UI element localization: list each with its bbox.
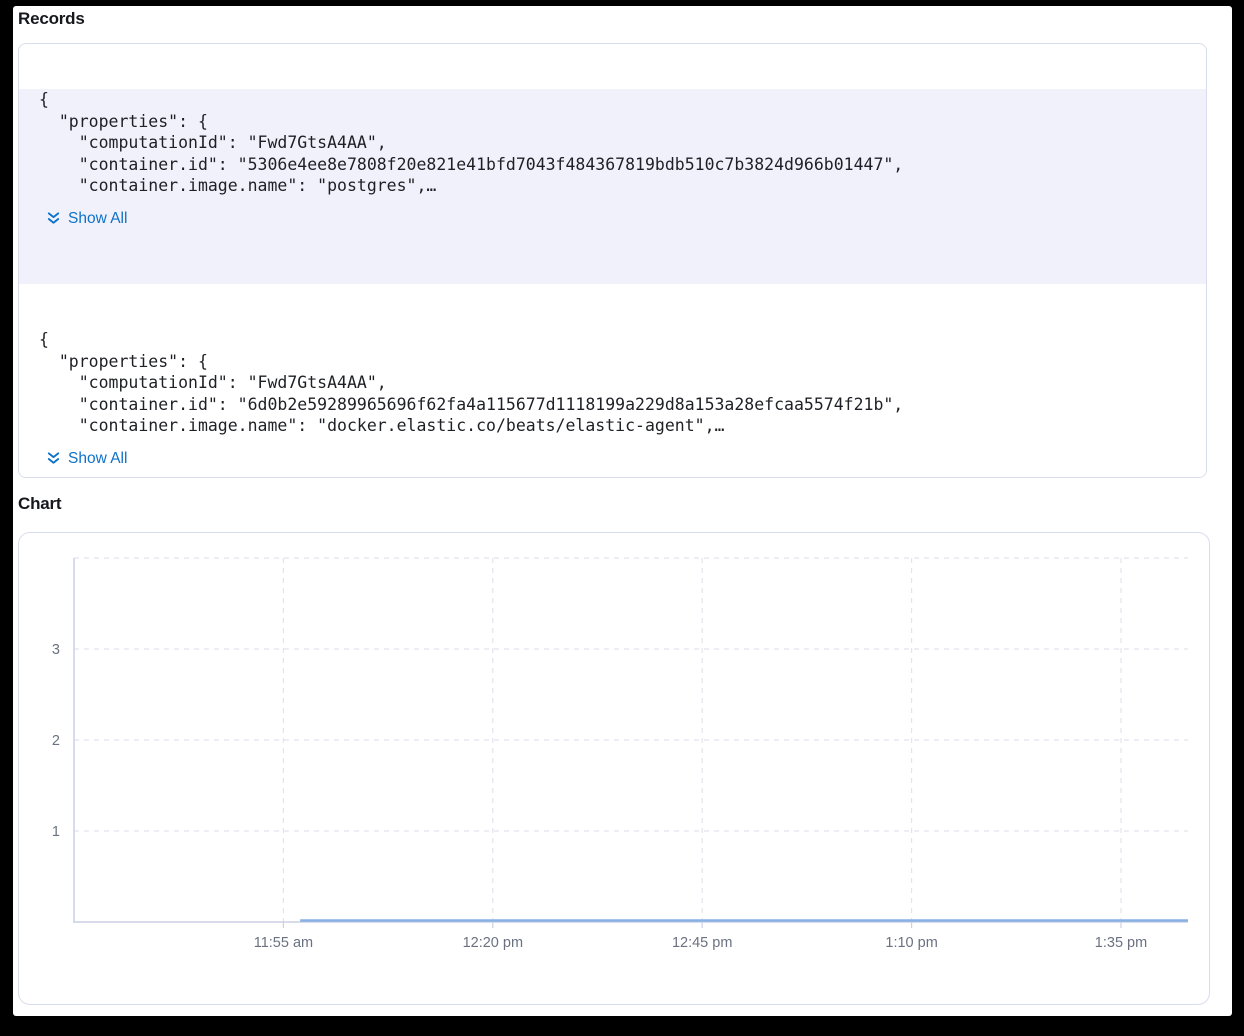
x-axis-tick-label: 12:20 pm bbox=[463, 935, 523, 951]
y-axis-tick-label: 1 bbox=[52, 824, 60, 840]
show-all-button[interactable]: Show All bbox=[46, 210, 127, 228]
records-section-title: Records bbox=[18, 9, 85, 29]
x-axis-tick-label: 1:10 pm bbox=[885, 935, 937, 951]
chart-section-title: Chart bbox=[18, 494, 61, 514]
records-panel: { "properties": { "computationId": "Fwd7… bbox=[18, 43, 1207, 478]
page: Records { "properties": { "computationId… bbox=[13, 6, 1232, 1016]
record-json: { "properties": { "computationId": "Fwd7… bbox=[39, 89, 1206, 197]
record-item: { "properties": { "computationId": "Fwd7… bbox=[19, 329, 1206, 478]
time-series-chart: 11:55 am 12:20 pm 12:45 pm 1:10 pm 1:35 pm 1 2… bbox=[19, 533, 1209, 1004]
show-all-label: Show All bbox=[68, 450, 127, 468]
show-all-button[interactable]: Show All bbox=[46, 450, 127, 468]
y-axis-tick-label: 2 bbox=[52, 733, 60, 749]
y-axis-tick-label: 3 bbox=[52, 642, 60, 658]
show-all-label: Show All bbox=[68, 210, 127, 228]
double-chevron-down-icon bbox=[46, 451, 61, 466]
x-axis-tick-label: 1:35 pm bbox=[1095, 935, 1147, 951]
record-item: { "properties": { "computationId": "Fwd7… bbox=[19, 89, 1206, 284]
double-chevron-down-icon bbox=[46, 211, 61, 226]
x-axis-tick-label: 12:45 pm bbox=[672, 935, 732, 951]
record-json: { "properties": { "computationId": "Fwd7… bbox=[39, 329, 1206, 437]
x-axis-tick-label: 11:55 am bbox=[254, 935, 313, 951]
chart-panel: 11:55 am 12:20 pm 12:45 pm 1:10 pm 1:35 pm 1 2… bbox=[18, 532, 1210, 1005]
